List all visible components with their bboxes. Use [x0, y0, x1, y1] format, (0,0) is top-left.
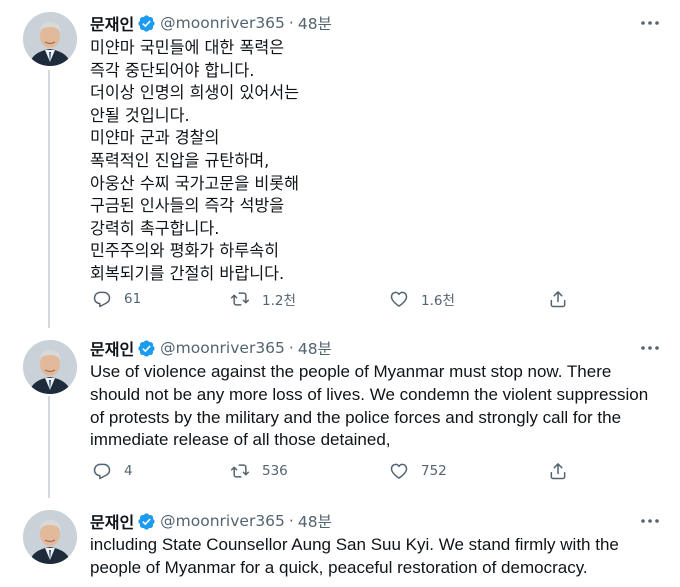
retweet-arrows-icon — [230, 292, 250, 306]
separator-dot: · — [288, 339, 294, 357]
reply-bubble-icon — [93, 291, 111, 308]
tweet-text: 미얀마 국민들에 대한 폭력은 즉각 중단되어야 합니다. 더이상 인명의 희생… — [90, 38, 300, 283]
like-button[interactable]: 1.6천 — [389, 287, 455, 311]
tweet-3[interactable]: 문재인 @moonriver365 · 48분 including State … — [0, 500, 680, 587]
author-handle[interactable]: @moonriver365 — [160, 14, 285, 32]
like-count: 752 — [421, 463, 447, 479]
tweet-text: including State Counsellor Aung San Suu … — [90, 535, 619, 577]
more-dots-icon[interactable] — [638, 13, 662, 33]
like-count: 1.6천 — [421, 293, 455, 309]
reply-bubble-icon — [93, 463, 111, 480]
retweet-count: 536 — [262, 463, 288, 479]
tweet-1[interactable]: 문재인 @moonriver365 · 48분 미얀마 국민들에 대한 폭력은 … — [0, 0, 680, 330]
separator-dot: · — [288, 512, 294, 530]
retweet-button[interactable]: 1.2천 — [230, 287, 296, 311]
verified-badge-icon — [137, 339, 156, 358]
share-button[interactable] — [548, 459, 568, 483]
reply-button[interactable]: 61 — [92, 287, 141, 311]
retweet-count: 1.2천 — [262, 293, 296, 309]
avatar[interactable] — [23, 340, 77, 394]
share-upload-icon — [550, 463, 566, 480]
reply-count: 61 — [124, 291, 142, 307]
author-name[interactable]: 문재인 — [90, 336, 134, 360]
verified-badge-icon — [137, 512, 156, 531]
reply-button[interactable]: 4 — [92, 459, 133, 483]
retweet-button[interactable]: 536 — [230, 459, 288, 483]
author-handle[interactable]: @moonriver365 — [160, 339, 285, 357]
heart-outline-icon — [390, 463, 408, 479]
author-name[interactable]: 문재인 — [90, 11, 134, 35]
timestamp[interactable]: 48분 — [298, 337, 332, 359]
author-name[interactable]: 문재인 — [90, 509, 134, 533]
timestamp[interactable]: 48분 — [298, 510, 332, 532]
action-bar: 4 536 752 — [90, 459, 590, 483]
timestamp[interactable]: 48분 — [298, 12, 332, 34]
like-button[interactable]: 752 — [389, 459, 447, 483]
share-upload-icon — [550, 291, 566, 308]
heart-outline-icon — [390, 291, 408, 307]
reply-count: 4 — [124, 463, 133, 479]
tweet-text: Use of violence against the people of My… — [90, 362, 649, 450]
tweet-header: 문재인 @moonriver365 · 48분 — [90, 510, 332, 532]
tweet-header: 문재인 @moonriver365 · 48분 — [90, 337, 332, 359]
action-bar: 61 1.2천 1.6천 — [90, 287, 590, 311]
author-handle[interactable]: @moonriver365 — [160, 512, 285, 530]
retweet-arrows-icon — [230, 464, 250, 478]
verified-badge-icon — [137, 14, 156, 33]
tweet-header: 문재인 @moonriver365 · 48분 — [90, 12, 332, 34]
avatar[interactable] — [23, 12, 77, 66]
share-button[interactable] — [548, 287, 568, 311]
more-dots-icon[interactable] — [638, 511, 662, 531]
avatar[interactable] — [23, 510, 77, 564]
tweet-2[interactable]: 문재인 @moonriver365 · 48분 Use of violence … — [0, 330, 680, 500]
more-dots-icon[interactable] — [638, 338, 662, 358]
separator-dot: · — [288, 14, 294, 32]
